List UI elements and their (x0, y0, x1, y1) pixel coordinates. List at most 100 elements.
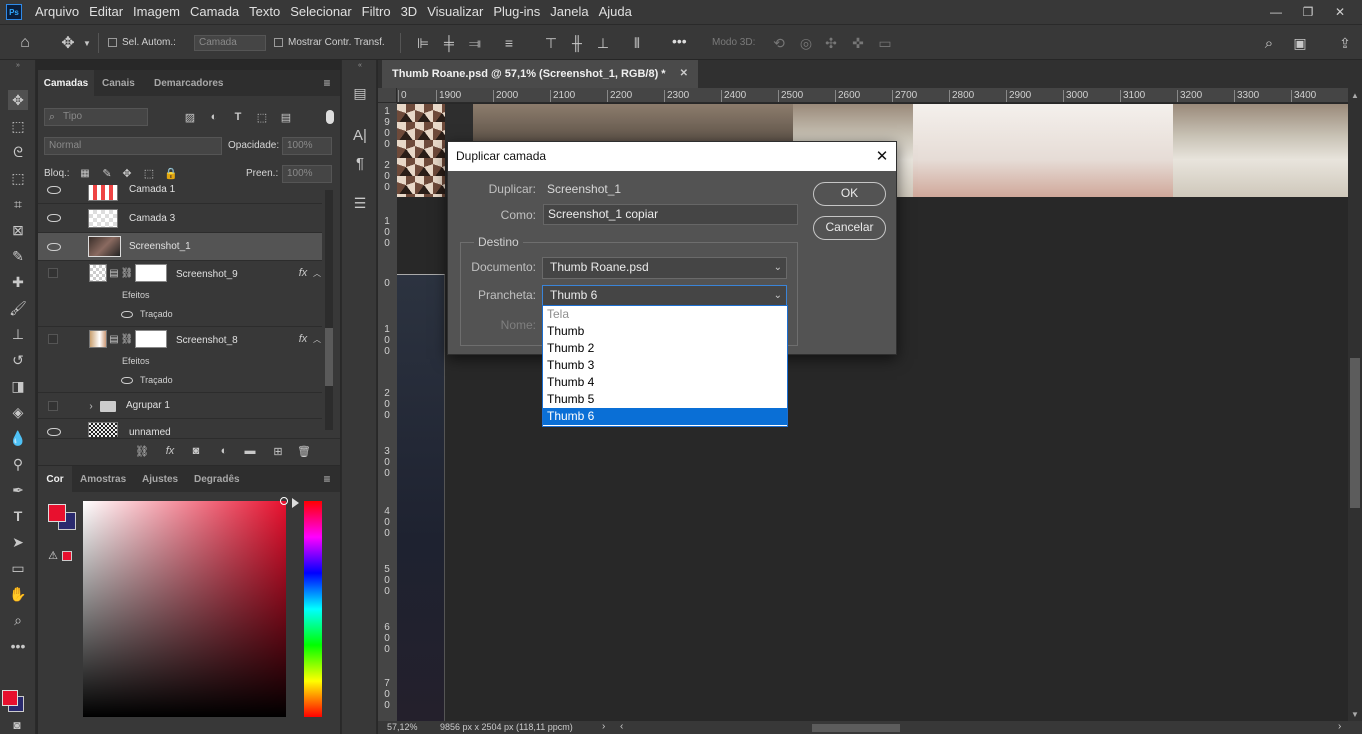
panel-menu-icon[interactable]: ≡ (320, 472, 334, 486)
dropdown-option[interactable]: Thumb (543, 323, 787, 340)
eraser-tool-icon[interactable]: ◨ (8, 376, 28, 396)
eye-icon[interactable] (47, 428, 61, 436)
layer-row[interactable]: unnamed (38, 418, 322, 437)
panel-menu-icon[interactable]: ≡ (320, 76, 334, 90)
path-select-tool-icon[interactable]: ➤ (8, 532, 28, 552)
ruler-origin[interactable] (378, 88, 397, 103)
layer-row[interactable]: ▤ ⛓ Screenshot_9 fx ︿ Efeitos Traçado (38, 260, 322, 326)
visibility-toggle[interactable] (48, 401, 58, 411)
chevron-right-icon[interactable]: › (602, 721, 605, 732)
align-right-icon[interactable]: ⫥ (466, 33, 484, 53)
horizontal-scroll-thumb[interactable] (812, 724, 900, 732)
chevron-down-icon[interactable]: ▼ (81, 35, 93, 51)
layers-scrollbar[interactable] (325, 190, 333, 430)
more-tools-icon[interactable]: ••• (8, 636, 28, 656)
collapse-icon[interactable]: « (342, 60, 378, 70)
eye-icon[interactable] (121, 377, 133, 384)
filter-type-icon[interactable]: T (230, 108, 246, 126)
fill-input[interactable]: 100% (282, 165, 332, 183)
layer-group-row[interactable]: › Agrupar 1 (38, 392, 322, 418)
properties-icon[interactable]: ☰ (350, 192, 370, 214)
frame-tool-icon[interactable]: ⊠ (8, 220, 28, 240)
visibility-toggle[interactable] (48, 268, 58, 278)
align-middle-v-icon[interactable]: ╫ (568, 33, 586, 53)
home-icon[interactable]: ⌂ (14, 33, 36, 53)
align-left-icon[interactable]: ⊫ (414, 33, 432, 53)
eyedropper-tool-icon[interactable]: ✎ (8, 246, 28, 266)
stamp-tool-icon[interactable]: ⊥ (8, 324, 28, 344)
more-options-button[interactable]: ••• (672, 33, 687, 49)
align-bottom-icon[interactable]: ⊥ (594, 33, 612, 53)
auto-select-checkbox[interactable] (108, 38, 117, 47)
fx-icon[interactable]: fx (296, 331, 310, 347)
tab-degrades[interactable]: Degradês (194, 466, 240, 492)
vertical-scrollbar[interactable]: ▲ ▼ (1348, 88, 1362, 721)
show-transform-checkbox[interactable] (274, 38, 283, 47)
menu-camada[interactable]: Camada (185, 0, 244, 24)
close-icon[interactable]: ✕ (872, 146, 892, 166)
healing-tool-icon[interactable]: ✚ (8, 272, 28, 292)
document-select[interactable]: Thumb Roane.psd ⌄ (542, 257, 787, 279)
new-group-icon[interactable]: ▬ (242, 443, 258, 459)
document-tab[interactable]: Thumb Roane.psd @ 57,1% (Screenshot_1, R… (382, 60, 698, 88)
share-icon[interactable]: ⇪ (1336, 33, 1354, 53)
search-icon[interactable]: ⌕ (1260, 33, 1278, 53)
filter-toggle[interactable] (326, 110, 334, 124)
rectangle-tool-icon[interactable]: ▭ (8, 558, 28, 578)
effect-stroke-label[interactable]: Traçado (140, 375, 173, 385)
layer-row[interactable]: Camada 3 (38, 203, 322, 232)
layer-name[interactable]: Agrupar 1 (126, 400, 170, 411)
cancel-button[interactable]: Cancelar (813, 216, 886, 240)
dropdown-option[interactable]: Thumb 2 (543, 340, 787, 357)
layer-row-selected[interactable]: Screenshot_1 (38, 232, 322, 260)
close-tab-icon[interactable]: ✕ (680, 60, 688, 88)
chevron-up-icon[interactable]: ︿ (312, 331, 322, 347)
auto-select-target-select[interactable]: Camada (194, 35, 266, 51)
layer-name[interactable]: unnamed (129, 427, 171, 437)
link-icon[interactable]: ⛓ (121, 265, 134, 281)
scroll-left-icon[interactable]: ‹ (620, 721, 623, 732)
collapse-icon[interactable]: » (0, 60, 36, 70)
foreground-color-swatch[interactable] (48, 504, 66, 522)
roll-3d-icon[interactable]: ◎ (797, 33, 815, 53)
filter-pixel-icon[interactable]: ▨ (182, 108, 198, 126)
lock-position-icon[interactable]: ✥ (120, 165, 134, 181)
history-icon[interactable]: ▤ (350, 82, 370, 104)
gamut-color-swatch[interactable] (62, 551, 72, 561)
zoom-tool-icon[interactable]: ⌕ (8, 610, 28, 630)
eye-icon[interactable] (121, 311, 133, 318)
link-icon[interactable]: ⛓ (121, 331, 134, 347)
dropdown-option[interactable]: Thumb 5 (543, 391, 787, 408)
tab-canais[interactable]: Canais (102, 70, 135, 96)
eye-icon[interactable] (47, 186, 61, 194)
slide-3d-icon[interactable]: ✜ (849, 33, 867, 53)
add-style-icon[interactable]: fx (162, 443, 178, 459)
character-icon[interactable]: A| (350, 124, 370, 146)
link-layers-icon[interactable]: ⛓ (134, 443, 150, 459)
tab-demarcadores[interactable]: Demarcadores (154, 70, 223, 96)
blend-mode-select[interactable]: Normal (44, 137, 222, 155)
layer-name[interactable]: Screenshot_9 (176, 269, 238, 280)
filter-smart-icon[interactable]: ▤ (278, 108, 294, 126)
visibility-toggle[interactable] (48, 334, 58, 344)
menu-3d[interactable]: 3D (396, 0, 423, 24)
hand-tool-icon[interactable]: ✋ (8, 584, 28, 604)
ok-button[interactable]: OK (813, 182, 886, 206)
pen-tool-icon[interactable]: ✒ (8, 480, 28, 500)
new-layer-icon[interactable]: ⊞ (270, 443, 286, 459)
menu-texto[interactable]: Texto (244, 0, 285, 24)
artboard-select[interactable]: Thumb 6 ⌄ (542, 285, 787, 307)
lock-all-icon[interactable]: 🔒 (164, 165, 178, 181)
eye-icon[interactable] (47, 243, 61, 251)
scrollbar-thumb[interactable] (325, 328, 333, 386)
hue-slider[interactable] (304, 501, 322, 717)
pan-3d-icon[interactable]: ✣ (822, 33, 840, 53)
marquee-tool-icon[interactable]: ⬚ (8, 116, 28, 136)
type-tool-icon[interactable]: T (8, 506, 28, 526)
hue-slider-handle[interactable] (292, 498, 299, 508)
foreground-color-swatch[interactable] (2, 690, 18, 706)
history-brush-tool-icon[interactable]: ↺ (8, 350, 28, 370)
menu-arquivo[interactable]: Arquivo (30, 0, 84, 24)
menu-ajuda[interactable]: Ajuda (594, 0, 637, 24)
layer-name[interactable]: Camada 3 (129, 213, 175, 224)
